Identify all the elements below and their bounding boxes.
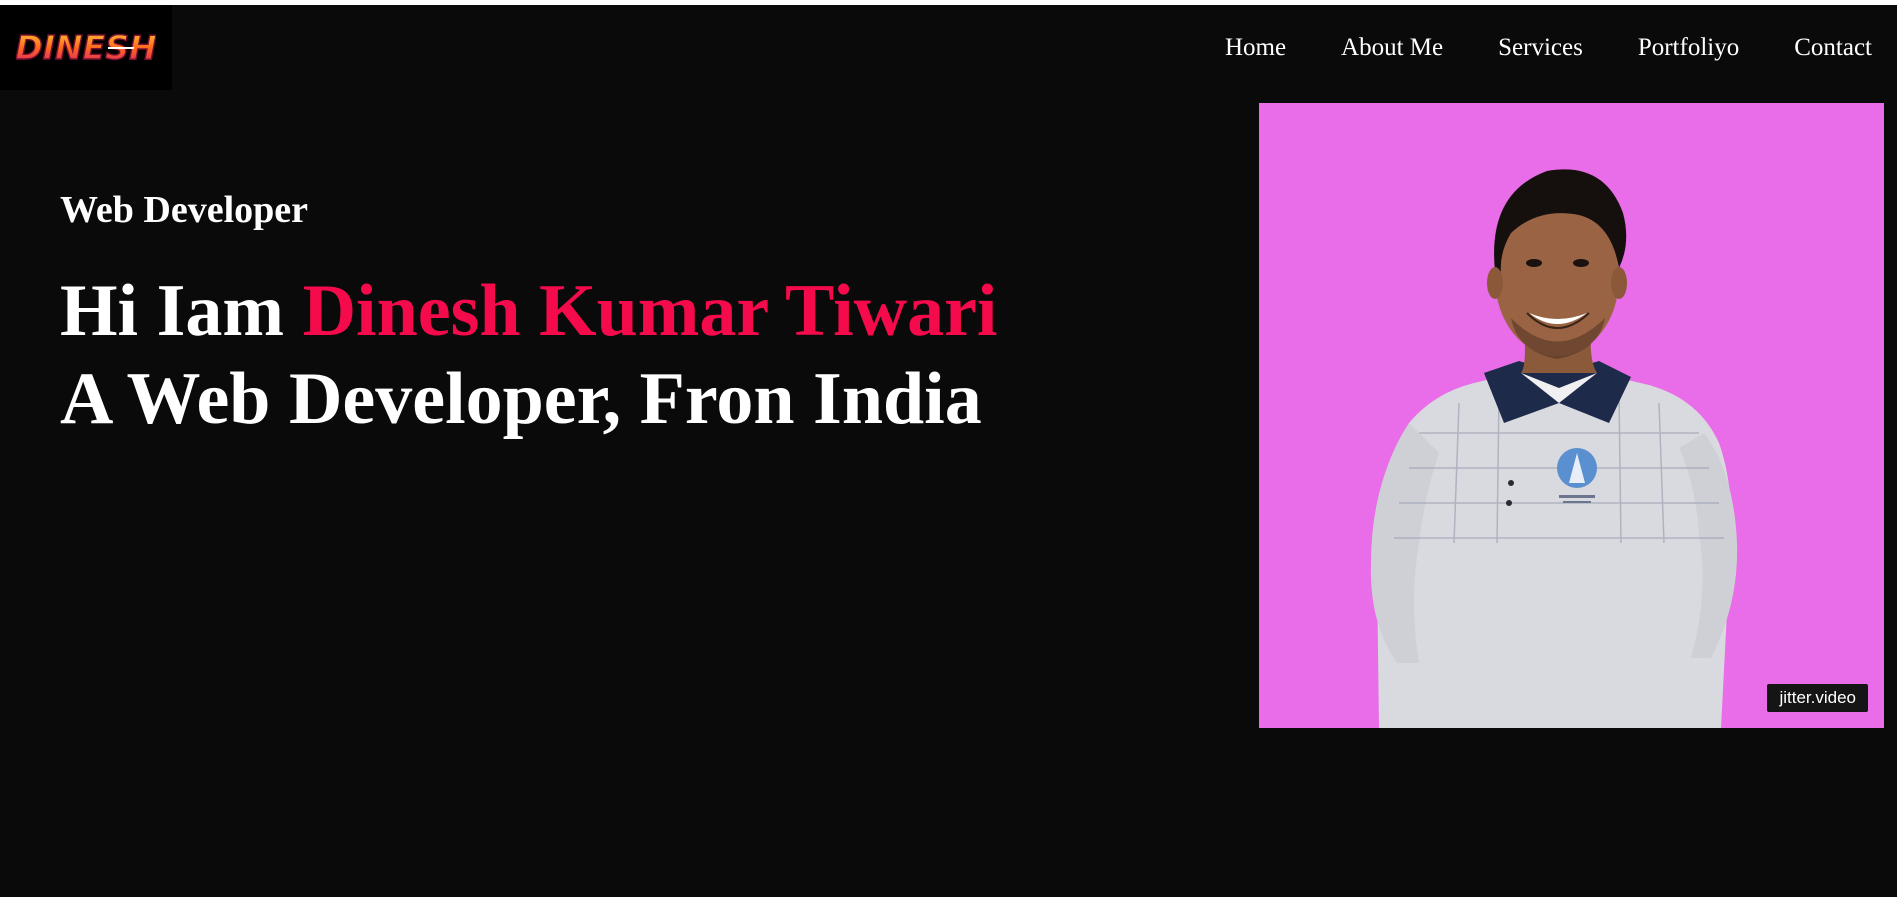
nav-services[interactable]: Services [1498,35,1583,60]
page-frame: DINESH Home About Me Services Portfoliyo… [0,5,1897,897]
main-nav: Home About Me Services Portfoliyo Contac… [1225,35,1872,60]
logo[interactable]: DINESH [0,5,172,90]
profile-photo: jitter.video [1259,103,1884,728]
nav-about-me[interactable]: About Me [1341,35,1443,60]
logo-image: DINESH [16,28,156,68]
hero-subtitle: Web Developer [60,189,309,231]
hero-tagline: A Web Developer, Fron India [60,358,982,440]
hero-title: Hi Iam Dinesh Kumar Tiwari A Web Develop… [60,267,997,443]
nav-home[interactable]: Home [1225,35,1286,60]
hero-greeting: Hi Iam [60,270,303,352]
hero-name: Dinesh Kumar Tiwari [302,270,998,352]
logo-text: DINESH [16,28,156,67]
person-illustration [1370,169,1738,728]
watermark-badge: jitter.video [1767,684,1868,712]
nav-portfolio[interactable]: Portfoliyo [1638,35,1739,60]
nav-contact[interactable]: Contact [1794,35,1872,60]
